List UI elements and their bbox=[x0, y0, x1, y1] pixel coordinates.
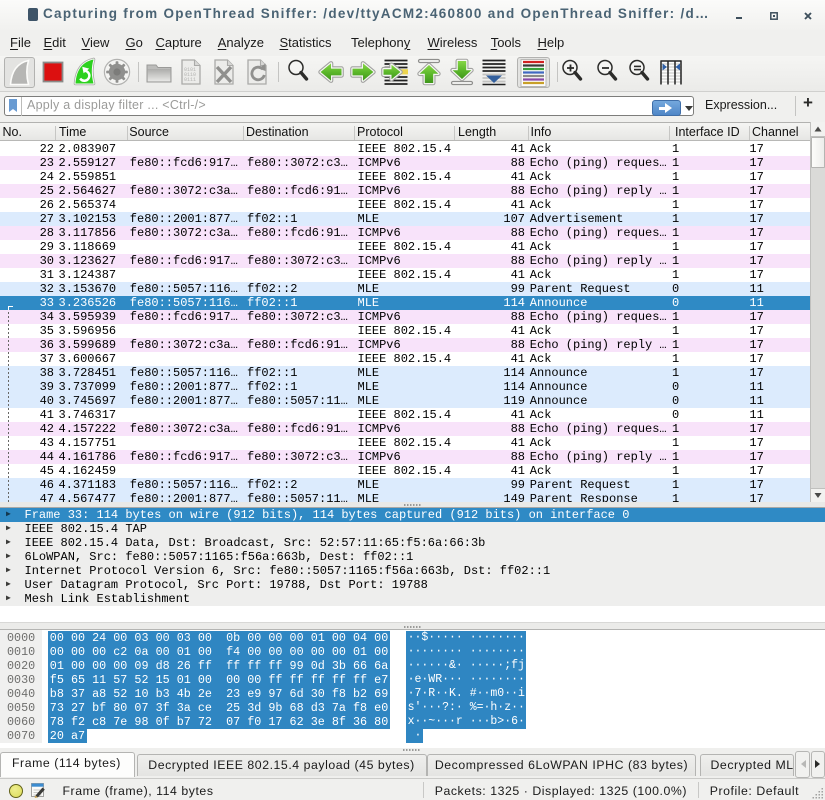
svg-text:0111: 0111 bbox=[184, 77, 196, 83]
